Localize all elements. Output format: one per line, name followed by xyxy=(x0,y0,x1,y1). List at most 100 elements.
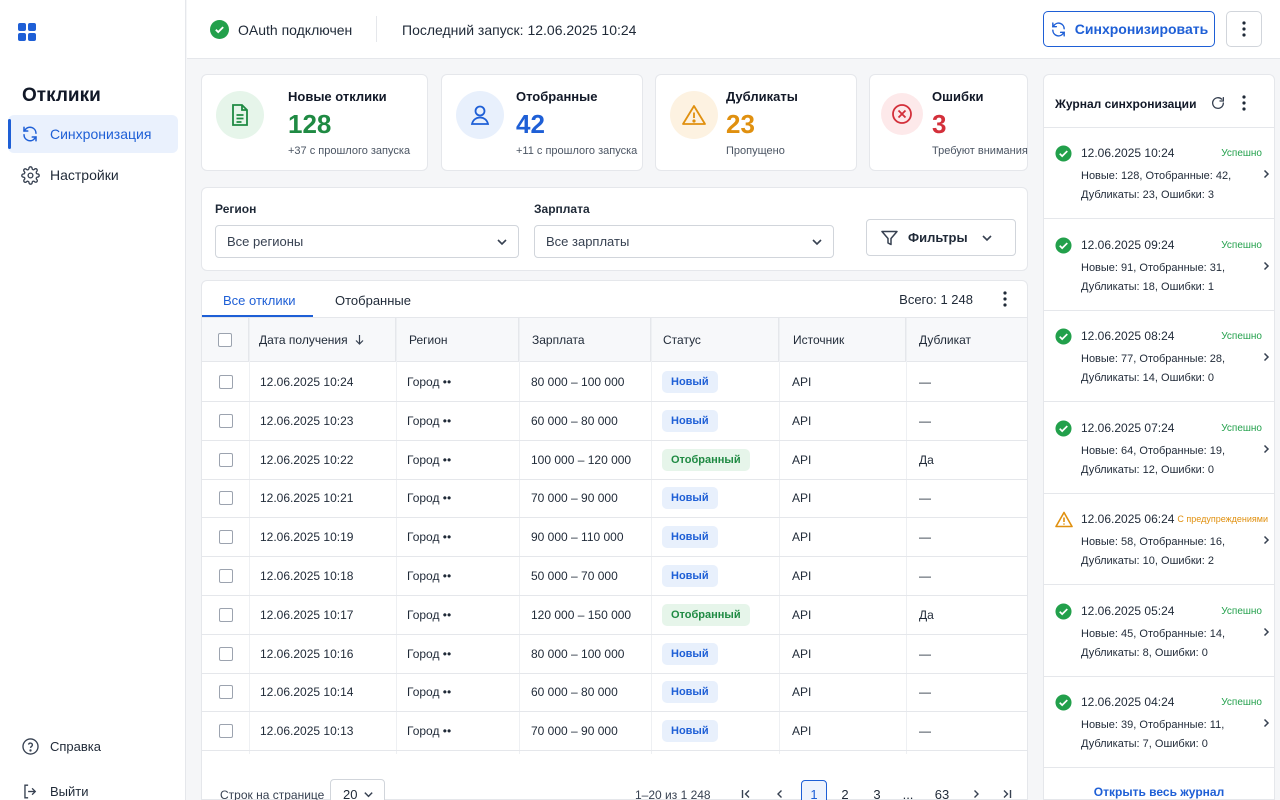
stat-card-errors: Ошибки 3 Требуют внимания xyxy=(869,74,1028,171)
col-salary[interactable]: Зарплата xyxy=(519,318,651,361)
row-checkbox[interactable] xyxy=(218,607,233,622)
row-checkbox[interactable] xyxy=(218,491,233,506)
rows-per-page-select[interactable]: 20 xyxy=(330,779,385,800)
status-badge: Новый xyxy=(662,487,718,510)
sidebar-item-sync[interactable]: Синхронизация xyxy=(8,115,178,153)
cell-salary-text: 120 000 – 150 000 xyxy=(531,607,632,622)
table-header: Дата получения Регион Зарплата Статус Ис… xyxy=(202,318,1027,362)
region-select[interactable]: Все регионы xyxy=(215,225,519,258)
sync-log-time: 12.06.2025 06:24 xyxy=(1081,512,1175,526)
row-checkbox[interactable] xyxy=(218,530,233,545)
sync-log-entry[interactable]: 12.06.2025 10:24 Успешно Новые: 128, Отобр… xyxy=(1044,128,1274,219)
logout-link[interactable]: Выйти xyxy=(8,781,89,800)
tabs: Все отклики Отобранные Всего: 1 248 xyxy=(202,281,1027,318)
row-select-cell xyxy=(202,518,249,556)
cell-source-text: API xyxy=(792,375,812,389)
cell-dup-text: Да xyxy=(919,607,934,622)
table-row[interactable]: 12.06.2025 10:17 Город •• 120 000 – 150 00… xyxy=(202,596,1027,635)
cell-salary: 50 000 – 70 000 xyxy=(519,557,651,595)
row-checkbox[interactable] xyxy=(218,569,233,583)
row-checkbox[interactable] xyxy=(218,452,233,467)
filters-button[interactable]: Фильтры xyxy=(866,219,1016,256)
prev-page-button[interactable] xyxy=(767,780,793,800)
open-full-log-link[interactable]: Открыть весь журнал xyxy=(1044,785,1274,799)
tab-selected[interactable]: Отобранные xyxy=(335,293,411,308)
rows-per-page-value: 20 xyxy=(343,787,358,800)
refresh-icon[interactable] xyxy=(1210,95,1226,111)
cell-dup-text: — xyxy=(919,491,931,506)
table-row[interactable]: 12.06.2025 10:22 Город •• 100 000 – 120 00… xyxy=(202,441,1027,480)
first-page-button[interactable] xyxy=(733,780,759,800)
table-row[interactable]: 12.06.2025 10:14 Город •• 60 000 – 80 000 Н… xyxy=(202,673,1027,713)
sync-button[interactable]: Синхронизировать xyxy=(1043,11,1215,47)
col-region[interactable]: Регион xyxy=(396,318,519,361)
stat-sub: Требуют внимания xyxy=(932,145,1028,157)
table-row[interactable]: 12.06.2025 10:13 Город •• 70 000 – 90 000 Н… xyxy=(202,712,1027,752)
row-checkbox[interactable] xyxy=(218,646,233,661)
sync-log-entry[interactable]: 12.06.2025 04:24 Успешно Новые: 39, Отобра… xyxy=(1044,677,1274,768)
row-checkbox[interactable] xyxy=(218,413,233,428)
stat-value: 42 xyxy=(516,109,545,139)
table-row[interactable]: 12.06.2025 10:18 Город •• 50 000 – 70 000 Н… xyxy=(202,557,1027,596)
chevron-right-icon xyxy=(1263,718,1270,728)
cell-dup-text: — xyxy=(919,530,931,545)
row-checkbox[interactable] xyxy=(218,375,233,389)
page-button-63[interactable]: 63 xyxy=(929,780,955,800)
col-status[interactable]: Статус xyxy=(651,318,779,361)
cell-region-text: Город •• xyxy=(407,452,452,467)
row-checkbox[interactable] xyxy=(218,724,233,739)
kebab-icon[interactable] xyxy=(1003,291,1007,307)
cell-salary: 80 000 – 100 000 xyxy=(519,363,651,401)
cell-salary-text: 60 000 – 80 000 xyxy=(531,413,618,428)
page-button-2[interactable]: 2 xyxy=(832,780,858,800)
status-badge: Новый xyxy=(662,681,718,704)
page-button-1[interactable]: 1 xyxy=(801,780,827,800)
cell-region-text: Город •• xyxy=(407,413,452,428)
sync-log-counts: Новые: 77, Отобранные: 28, xyxy=(1081,353,1226,365)
sync-log-entry[interactable]: 12.06.2025 08:24 Успешно Новые: 77, Отобра… xyxy=(1044,311,1274,402)
cell-date: 12.06.2025 10:14 xyxy=(249,673,396,711)
table-row[interactable]: 12.06.2025 10:19 Город •• 90 000 – 110 000… xyxy=(202,518,1027,558)
col-date[interactable]: Дата получения xyxy=(249,318,396,361)
row-checkbox[interactable] xyxy=(218,685,233,700)
next-page-button[interactable] xyxy=(963,780,989,800)
select-all-checkbox[interactable] xyxy=(218,332,232,347)
col-salary-label: Зарплата xyxy=(532,332,585,347)
stat-value: 128 xyxy=(288,109,332,139)
table-row[interactable]: 12.06.2025 10:24 Город •• 80 000 – 100 000… xyxy=(202,363,1027,402)
sync-log-counts: Дубликаты: 8, Ошибки: 0 xyxy=(1081,646,1208,659)
cell-status: Новый xyxy=(651,402,779,440)
page-button-3[interactable]: 3 xyxy=(864,780,890,800)
status-badge: Новый xyxy=(662,642,718,665)
help-link[interactable]: Справка xyxy=(8,736,101,756)
sync-log-entry[interactable]: 12.06.2025 05:24 Успешно Новые: 45, Отобра… xyxy=(1044,586,1274,677)
sync-log-entry[interactable]: 12.06.2025 09:24 Успешно Новые: 91, Отобра… xyxy=(1044,220,1274,311)
cell-date-text: 12.06.2025 10:22 xyxy=(260,452,354,467)
stat-card-new: Новые отклики 128 +37 с прошлого запуска xyxy=(201,74,428,171)
sidebar-item-label: Синхронизация xyxy=(50,126,152,142)
table-row[interactable]: 12.06.2025 10:23 Город •• 60 000 – 80 000 Н… xyxy=(202,402,1027,441)
stat-value: 3 xyxy=(932,109,947,139)
cell-dup: Да xyxy=(906,441,1027,479)
sync-log-counts: Дубликаты: 23, Ошибки: 3 xyxy=(1081,189,1215,201)
chevron-right-icon xyxy=(1263,627,1270,636)
tab-all[interactable]: Все отклики xyxy=(223,293,296,308)
more-menu-button[interactable] xyxy=(1226,11,1262,47)
sync-log-status: Успешно xyxy=(1221,148,1262,159)
salary-select[interactable]: Все зарплаты xyxy=(534,225,834,258)
sync-log-entry[interactable]: 12.06.2025 06:24 С предупреждениями Новые:… xyxy=(1044,494,1274,585)
sidebar-item-settings[interactable]: Настройки xyxy=(8,156,178,194)
col-duplicate[interactable]: Дубликат xyxy=(906,318,1027,361)
cell-region-text: Город •• xyxy=(407,530,452,545)
kebab-icon xyxy=(1242,21,1246,37)
col-source[interactable]: Источник xyxy=(779,318,906,361)
app-grid-icon[interactable] xyxy=(18,23,36,41)
kebab-icon[interactable] xyxy=(1242,95,1246,111)
table-row[interactable]: 12.06.2025 10:16 Город •• 80 000 – 100 000… xyxy=(202,635,1027,674)
sync-log-entry[interactable]: 12.06.2025 07:24 Успешно Новые: 64, Отобра… xyxy=(1044,403,1274,494)
cell-salary: 60 000 – 80 000 xyxy=(519,402,651,440)
cell-salary: 90 000 – 110 000 xyxy=(519,518,651,556)
last-page-button[interactable] xyxy=(994,780,1020,800)
table-row[interactable]: 12.06.2025 10:21 Город •• 70 000 – 90 000 Н… xyxy=(202,479,1027,519)
cell-salary: 120 000 – 150 000 xyxy=(519,596,651,634)
